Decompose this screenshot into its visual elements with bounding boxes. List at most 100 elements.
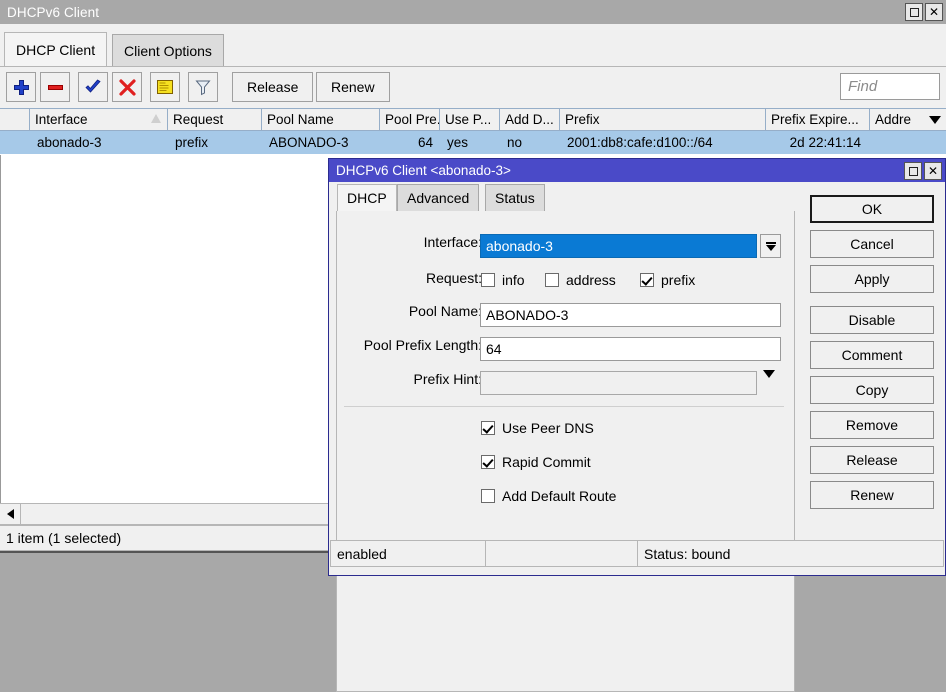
tab-status[interactable]: Status (485, 184, 545, 211)
pool-name-label-wrap: Pool Name: (336, 303, 482, 327)
checkbox-info-icon[interactable] (481, 273, 495, 287)
column-header-pool-prefix[interactable]: Pool Pre... (380, 109, 440, 130)
prefix-hint-input[interactable] (480, 371, 757, 395)
chevron-down-icon (929, 116, 941, 124)
checkbox-add-default-route-icon[interactable] (481, 489, 495, 503)
scroll-left-button[interactable] (0, 504, 21, 524)
maximize-icon[interactable] (905, 3, 923, 21)
checkbox-address-icon[interactable] (545, 273, 559, 287)
main-window-controls: ✕ (905, 3, 943, 21)
release-button[interactable]: Release (232, 72, 313, 102)
request-option-info[interactable]: info (481, 272, 525, 288)
interface-label: Interface: (336, 234, 482, 250)
dialog-release-button[interactable]: Release (810, 446, 934, 474)
column-header-address[interactable]: Addre (870, 109, 924, 130)
dialog-maximize-icon[interactable] (904, 162, 922, 180)
remove-button[interactable] (40, 72, 70, 102)
cell-address (870, 131, 924, 154)
disable-button[interactable]: Disable (810, 306, 934, 334)
tab-client-options-label: Client Options (124, 43, 212, 59)
horizontal-scrollbar[interactable] (0, 503, 330, 525)
tab-dhcp-client[interactable]: DHCP Client (4, 32, 107, 66)
column-header-request[interactable]: Request (168, 109, 262, 130)
checkbox-use-peer-dns-icon[interactable] (481, 421, 495, 435)
interface-label-wrap: Interface: (336, 234, 482, 258)
dialog-close-icon[interactable]: ✕ (924, 162, 942, 180)
column-header-use-peer-dns[interactable]: Use P... (440, 109, 500, 130)
comment-button[interactable] (150, 72, 180, 102)
prefix-hint-label: Prefix Hint: (336, 371, 482, 387)
tab-client-options[interactable]: Client Options (112, 34, 224, 66)
tab-dhcp-client-label: DHCP Client (16, 42, 95, 58)
request-option-prefix[interactable]: prefix (640, 272, 695, 288)
remove-icon (47, 79, 64, 96)
find-input[interactable]: Find (840, 73, 940, 100)
arrow-left-icon (7, 509, 14, 519)
column-header-pool-name[interactable]: Pool Name (262, 109, 380, 130)
remove-button[interactable]: Remove (810, 411, 934, 439)
column-menu-button[interactable] (924, 109, 946, 130)
tab-advanced-label: Advanced (407, 190, 469, 206)
request-option-address[interactable]: address (545, 272, 616, 288)
copy-button[interactable]: Copy (810, 376, 934, 404)
apply-button-label: Apply (854, 271, 889, 287)
cell-prefix: 2001:db8:cafe:d100::/64 (562, 131, 766, 154)
interface-input[interactable]: abonado-3 (480, 234, 757, 258)
pool-name-label: Pool Name: (336, 303, 482, 319)
close-icon[interactable]: ✕ (925, 3, 943, 21)
filter-icon (195, 79, 211, 96)
dialog-status-bar: enabled Status: bound (330, 540, 944, 567)
column-header-prefix[interactable]: Prefix (560, 109, 766, 130)
column-header-gutter (0, 109, 30, 130)
column-header-add-default-route[interactable]: Add D... (500, 109, 560, 130)
status-state: Status: bound (638, 540, 944, 567)
main-toolbar: Release Renew Find (0, 66, 946, 109)
pool-name-input[interactable]: ABONADO-3 (480, 303, 781, 327)
interface-dropdown-button[interactable] (760, 234, 781, 258)
column-header-interface[interactable]: Interface (30, 109, 168, 130)
column-header-prefix-expires[interactable]: Prefix Expire... (766, 109, 870, 130)
apply-button[interactable]: Apply (810, 265, 934, 293)
disable-button-label: Disable (849, 312, 896, 328)
dialog-renew-button-label: Renew (850, 487, 894, 503)
prefix-hint-dropdown-button[interactable] (763, 378, 775, 393)
item-count-label: 1 item (1 selected) (6, 530, 121, 546)
checkbox-prefix-icon[interactable] (640, 273, 654, 287)
add-button[interactable] (6, 72, 36, 102)
renew-button-label: Renew (331, 79, 375, 95)
checkbox-rapid-commit-icon[interactable] (481, 455, 495, 469)
ok-button[interactable]: OK (810, 195, 934, 223)
comment-button-label: Comment (842, 347, 903, 363)
tab-status-label: Status (495, 190, 535, 206)
use-peer-dns-checkbox[interactable]: Use Peer DNS (481, 420, 594, 436)
row-gutter (0, 131, 30, 154)
cell-pool-prefix-length: 64 (380, 131, 438, 154)
comment-icon (156, 79, 174, 95)
cell-prefix-expires: 2d 22:41:14 (766, 131, 866, 154)
rapid-commit-label: Rapid Commit (502, 454, 591, 470)
cancel-button[interactable]: Cancel (810, 230, 934, 258)
dialog-title: DHCPv6 Client <abonado-3> (329, 163, 511, 178)
renew-button[interactable]: Renew (316, 72, 390, 102)
tab-dhcp[interactable]: DHCP (337, 184, 397, 211)
main-tabstrip: DHCP Client Client Options (0, 24, 946, 66)
pool-prefix-length-input[interactable]: 64 (480, 337, 781, 361)
table-row[interactable]: abonado-3 prefix ABONADO-3 64 yes no 200… (0, 131, 946, 154)
rapid-commit-checkbox[interactable]: Rapid Commit (481, 454, 591, 470)
dialog-renew-button[interactable]: Renew (810, 481, 934, 509)
main-status-bar: 1 item (1 selected) (0, 525, 330, 551)
cell-request: prefix (170, 131, 262, 154)
add-icon (13, 79, 30, 96)
enable-button[interactable] (78, 72, 108, 102)
tab-advanced[interactable]: Advanced (397, 184, 479, 211)
main-window-title: DHCPv6 Client (0, 5, 99, 20)
disable-button[interactable] (112, 72, 142, 102)
cell-add-default-route: no (502, 131, 560, 154)
add-default-route-checkbox[interactable]: Add Default Route (481, 488, 616, 504)
pool-prefix-length-label-wrap: Pool Prefix Length: (336, 337, 482, 361)
dialog-bottom-edge (328, 567, 946, 576)
filter-button[interactable] (188, 72, 218, 102)
find-placeholder: Find (848, 78, 877, 95)
comment-button[interactable]: Comment (810, 341, 934, 369)
use-peer-dns-label: Use Peer DNS (502, 420, 594, 436)
